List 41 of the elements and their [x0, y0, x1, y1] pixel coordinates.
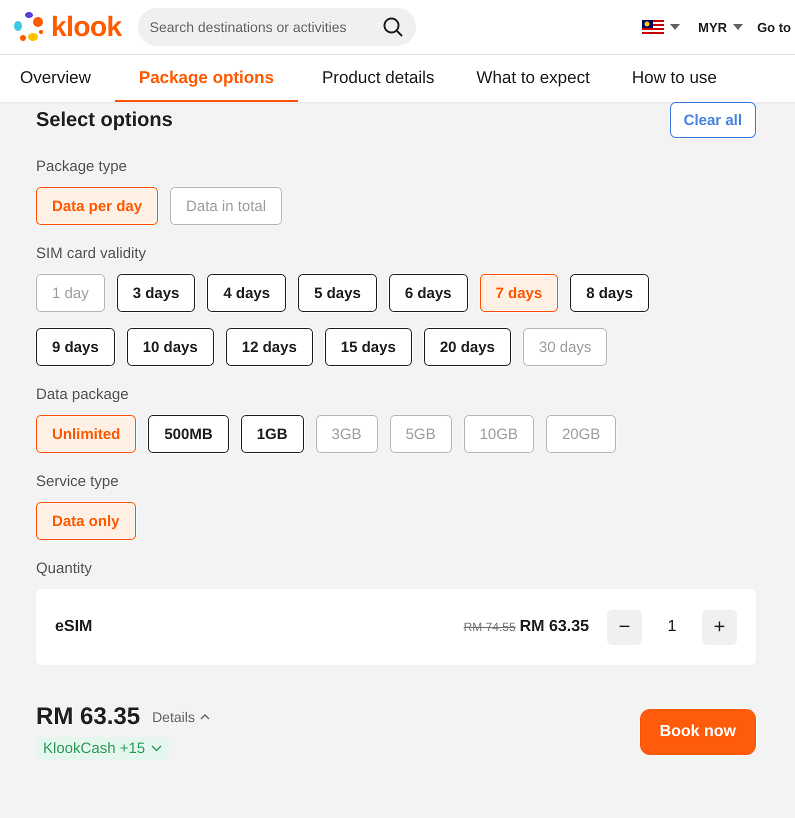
total-price: RM 63.35 [36, 703, 140, 731]
option-chip[interactable]: 3 days [116, 274, 196, 312]
chevron-down-icon [151, 745, 162, 752]
item-name: eSIM [55, 618, 92, 636]
option-chip[interactable]: 15 days [324, 328, 412, 366]
search-icon[interactable] [382, 16, 404, 38]
decrease-button[interactable]: − [607, 610, 642, 644]
group-label: Package type [36, 158, 128, 175]
tab[interactable]: What to expect [458, 55, 608, 102]
tab[interactable]: How to use [614, 55, 735, 102]
flag-icon[interactable] [642, 20, 664, 34]
option-chip[interactable]: 12 days [226, 328, 313, 366]
group-label: Data package [36, 386, 130, 403]
logo-icon [12, 10, 46, 44]
search-field[interactable]: Search destinations or activities [138, 8, 416, 46]
caret-icon[interactable] [670, 24, 680, 30]
option-chip[interactable]: 10 days [126, 328, 214, 366]
group-label: SIM card validity [36, 245, 148, 262]
option-chip[interactable]: 9 days [36, 328, 115, 366]
caret-icon[interactable] [733, 24, 744, 30]
section-title: Select options [36, 108, 173, 132]
increase-button[interactable]: + [702, 610, 737, 644]
nav-link[interactable]: Go to [757, 20, 791, 34]
old-price: RM 74.55 [464, 620, 516, 634]
option-chip[interactable]: 8 days [570, 274, 649, 312]
option-chip[interactable]: 20 days [424, 328, 511, 366]
details-link[interactable]: Details [152, 709, 210, 725]
tab[interactable]: Overview [2, 55, 109, 102]
price: RM 63.35 [520, 618, 589, 636]
quantity-value: 1 [666, 618, 678, 636]
currency-selector[interactable]: MYR [698, 20, 728, 34]
group-label: Service type [36, 473, 120, 490]
chevron-up-icon [200, 714, 210, 720]
option-chip[interactable]: 5 days [298, 274, 377, 312]
group-label: Quantity [36, 560, 93, 577]
tab[interactable]: Product details [304, 55, 452, 102]
clear-all-button[interactable]: Clear all [670, 102, 756, 138]
option-chip[interactable]: 500MB [148, 415, 229, 453]
option-chip[interactable]: 4 days [207, 274, 286, 312]
option-chip[interactable]: 6 days [388, 274, 468, 312]
option-chip[interactable]: 1GB [240, 415, 304, 453]
